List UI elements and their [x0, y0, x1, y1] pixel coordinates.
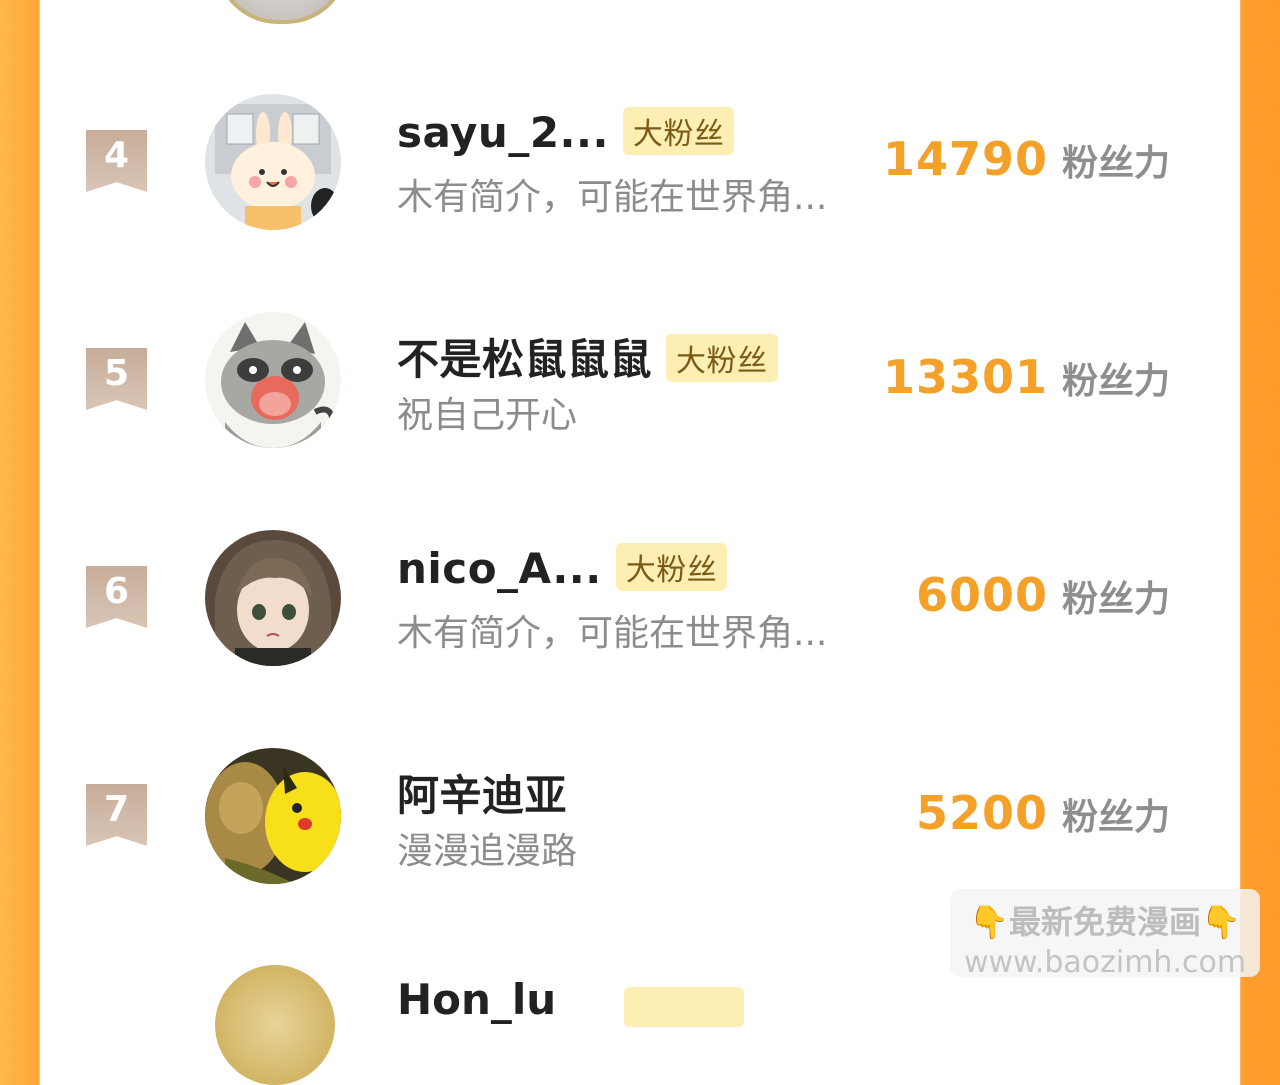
fan-power-unit: 粉丝力 — [1061, 579, 1170, 620]
partial-user-name[interactable]: Hon_lu — [397, 975, 556, 1024]
watermark-text: 最新免费漫画 — [1008, 903, 1201, 941]
big-fan-badge: 大粉丝 — [615, 542, 728, 591]
fan-power-unit: 粉丝力 — [1061, 797, 1170, 838]
user-description: 漫漫追漫路 — [397, 831, 578, 872]
user-name[interactable]: 不是松鼠鼠鼠 大粉丝 — [397, 326, 778, 387]
fan-power-value: 14790 — [882, 132, 1048, 186]
user-description: 木有简介，可能在世界角... — [397, 177, 828, 218]
rank-ribbon-icon: 6 — [86, 566, 147, 628]
fan-power-score: 14790 粉丝力 — [883, 132, 1170, 186]
cat-pikachu-avatar-icon[interactable] — [205, 748, 341, 884]
user-name-text[interactable]: sayu_2... — [397, 108, 609, 157]
rank-row-6[interactable]: 6 nico_A... 大粉丝 木有简介，可能在世界角... 6000 粉丝力 — [0, 528, 1280, 668]
bunny-avatar-icon[interactable] — [205, 94, 341, 230]
big-fan-badge: 大粉丝 — [666, 333, 778, 382]
fan-power-value: 6000 — [915, 568, 1048, 622]
rank-row-5[interactable]: 5 不是松鼠鼠鼠 大粉丝 祝自己开心 13301 粉丝力 — [0, 310, 1280, 450]
rank-row-7[interactable]: 7 阿辛迪亚 漫漫追漫路 5200 粉丝力 — [0, 746, 1280, 886]
big-fan-badge: 大粉丝 — [622, 106, 735, 155]
partial-avatar-bottom[interactable] — [215, 965, 335, 1085]
user-name-text[interactable]: 阿辛迪亚 — [397, 771, 567, 820]
fan-power-score: 13301 粉丝力 — [883, 350, 1170, 404]
user-description: 木有简介，可能在世界角... — [397, 613, 828, 654]
fan-power-unit: 粉丝力 — [1061, 361, 1170, 402]
rank-row-4[interactable]: 4 sayu_2... 大粉丝 木有简介，可能在世界角... 14790 粉丝力 — [0, 92, 1280, 232]
user-name[interactable]: sayu_2... 大粉丝 — [397, 106, 735, 160]
user-name-text[interactable]: 不是松鼠鼠鼠 — [397, 335, 652, 384]
fan-power-value: 13301 — [882, 350, 1048, 404]
partial-big-fan-badge — [624, 987, 744, 1027]
fan-power-unit: 粉丝力 — [1061, 143, 1170, 184]
anime-boy-avatar-icon[interactable] — [205, 530, 341, 666]
rank-ribbon-icon: 4 — [86, 130, 147, 192]
watermark: 👇最新免费漫画👇 www.baozimh.com — [950, 889, 1260, 980]
user-description: 祝自己开心 — [397, 395, 578, 436]
fan-power-value: 5200 — [915, 786, 1048, 840]
watermark-line1: 👇最新免费漫画👇 — [950, 897, 1260, 943]
rank-ribbon-icon: 7 — [86, 784, 147, 846]
pointing-down-icon: 👇 — [1201, 903, 1241, 941]
user-name[interactable]: nico_A... 大粉丝 — [397, 542, 728, 596]
fan-power-score: 5200 粉丝力 — [916, 786, 1170, 840]
raccoon-avatar-icon[interactable] — [205, 312, 341, 448]
pointing-down-icon: 👇 — [969, 903, 1009, 941]
user-name[interactable]: 阿辛迪亚 — [397, 762, 567, 823]
user-name-text[interactable]: nico_A... — [397, 544, 602, 593]
rank-ribbon-icon: 5 — [86, 348, 147, 410]
watermark-url: www.baozimh.com — [963, 945, 1247, 980]
fan-power-score: 6000 粉丝力 — [916, 568, 1170, 622]
